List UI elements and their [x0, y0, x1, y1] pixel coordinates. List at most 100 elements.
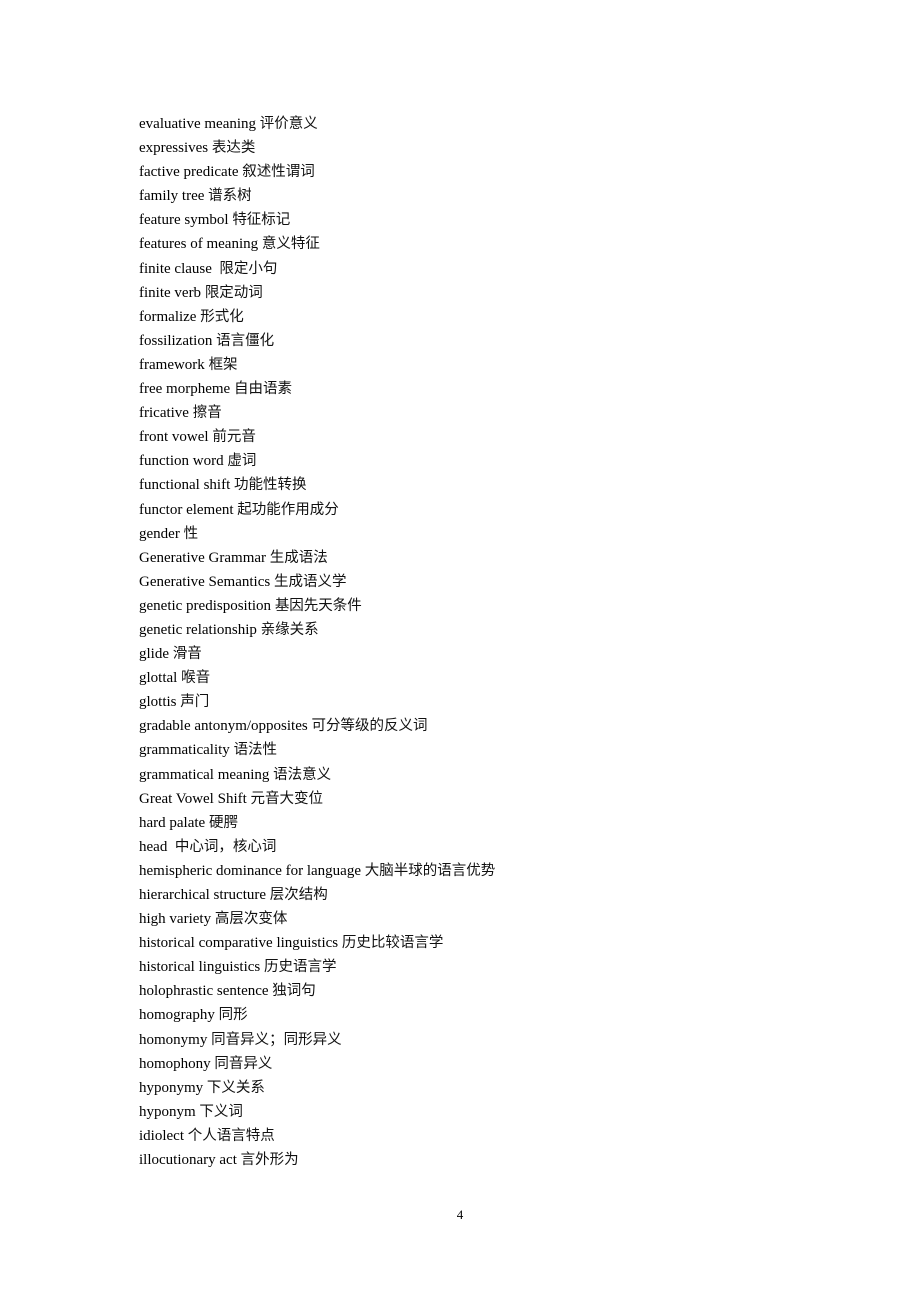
english-term: Generative Semantics: [139, 573, 271, 590]
glossary-entry: factive predicate 叙述性谓词: [139, 160, 495, 184]
english-term: illocutionary act: [139, 1152, 237, 1169]
glossary-entry: formalize 形式化: [139, 305, 495, 329]
english-term: feature symbol: [139, 212, 229, 229]
english-term: grammaticality: [139, 742, 230, 759]
chinese-translation: 自由语素: [233, 381, 292, 398]
chinese-translation: 高层次变体: [214, 911, 288, 928]
chinese-translation: 亲缘关系: [260, 621, 319, 638]
glossary-entry: grammatical meaning 语法意义: [139, 763, 495, 787]
chinese-translation: 声门: [180, 694, 210, 711]
glossary-entry: function word 虚词: [139, 449, 495, 473]
chinese-translation: 下义关系: [206, 1079, 265, 1096]
english-term: historical comparative linguistics: [139, 935, 339, 952]
chinese-translation: 滑音: [172, 646, 202, 663]
english-term: head: [139, 838, 168, 855]
glossary-entry: functor element 起功能作用成分: [139, 498, 495, 522]
chinese-translation: 元音大变位: [250, 790, 324, 807]
glossary-entry: homonymy 同音异义；同形异义: [139, 1028, 495, 1052]
chinese-translation: 限定动词: [204, 284, 263, 301]
glossary-entry: feature symbol 特征标记: [139, 208, 495, 232]
english-term: grammatical meaning: [139, 766, 270, 783]
glossary-entry: glottal 喉音: [139, 666, 495, 690]
english-term: glottal: [139, 670, 178, 687]
chinese-translation: 谱系树: [208, 188, 252, 205]
chinese-translation: 大脑半球的语言优势: [364, 862, 496, 879]
glossary-entry: fossilization 语言僵化: [139, 329, 495, 353]
chinese-translation: 表达类: [211, 140, 256, 157]
english-term: expressives: [139, 140, 209, 157]
english-term: function word: [139, 453, 224, 470]
chinese-translation: 同音异义；同形异义: [211, 1031, 342, 1048]
chinese-translation: 前元音: [212, 429, 256, 446]
glossary-entry: genetic relationship 亲缘关系: [139, 618, 495, 642]
english-term: genetic relationship: [139, 621, 257, 638]
glossary-entry: Great Vowel Shift 元音大变位: [139, 787, 495, 811]
english-term: hierarchical structure: [139, 887, 267, 903]
glossary-entry: functional shift 功能性转换: [139, 473, 495, 497]
english-term: formalize: [139, 308, 197, 325]
glossary-entry: holophrastic sentence 独词句: [139, 979, 495, 1003]
chinese-translation: 历史语言学: [264, 959, 337, 976]
glossary-entry: free morpheme 自由语素: [139, 377, 495, 401]
glossary-entry: features of meaning 意义特征: [139, 232, 495, 256]
glossary-entry: grammaticality 语法性: [139, 738, 495, 762]
chinese-translation: 下义词: [199, 1103, 243, 1120]
chinese-translation: 个人语言特点: [187, 1127, 275, 1144]
glossary-entry: finite verb 限定动词: [139, 281, 495, 305]
english-term: factive predicate: [139, 164, 239, 181]
glossary-entry: framework 框架: [139, 353, 495, 377]
glossary-entry: expressives 表达类: [139, 136, 495, 160]
glossary-entry: homophony 同音异义: [139, 1052, 495, 1076]
glossary-entry: homography 同形: [139, 1003, 495, 1027]
glossary-list: evaluative meaning 评价意义 expressives 表达类 fa…: [139, 112, 495, 1172]
glossary-entry: glottis 声门: [139, 690, 495, 714]
glossary-entry: illocutionary act 言外形为: [139, 1148, 495, 1172]
english-term: evaluative meaning: [139, 116, 257, 132]
chinese-translation: 限定小句: [219, 260, 278, 277]
chinese-translation: 同音异义: [214, 1055, 273, 1072]
glossary-entry: historical linguistics 历史语言学: [139, 955, 495, 979]
chinese-translation: 基因先天条件: [274, 597, 362, 614]
glossary-entry: genetic predisposition 基因先天条件: [139, 594, 495, 618]
chinese-translation: 框架: [208, 356, 238, 373]
english-term: homography: [139, 1007, 215, 1024]
chinese-translation: 虚词: [227, 453, 257, 470]
term-separator: [167, 839, 175, 855]
glossary-entry: historical comparative linguistics 历史比较语…: [139, 931, 495, 955]
english-term: finite verb: [139, 284, 202, 301]
glossary-entry: family tree 谱系树: [139, 184, 495, 208]
english-term: idiolect: [139, 1127, 184, 1144]
english-term: Great Vowel Shift: [139, 790, 247, 807]
glossary-entry: hyponym 下义词: [139, 1100, 495, 1124]
chinese-translation: 叙述性谓词: [242, 164, 315, 181]
english-term: homophony: [139, 1055, 211, 1072]
english-term: finite clause: [139, 260, 212, 277]
chinese-translation: 喉音: [181, 670, 211, 687]
english-term: hemispheric dominance for language: [139, 862, 361, 879]
chinese-translation: 特征标记: [232, 212, 291, 229]
glossary-entry: hyponymy 下义关系: [139, 1076, 495, 1100]
english-term: glottis: [139, 694, 177, 711]
chinese-translation: 评价意义: [259, 116, 318, 132]
english-term: free morpheme: [139, 381, 231, 398]
glossary-entry: high variety 高层次变体: [139, 907, 495, 931]
chinese-translation: 意义特征: [261, 236, 320, 253]
glossary-entry: front vowel 前元音: [139, 425, 495, 449]
english-term: glide: [139, 646, 169, 663]
english-term: family tree: [139, 188, 205, 205]
glossary-entry: evaluative meaning 评价意义: [139, 112, 495, 136]
document-page: evaluative meaning 评价意义 expressives 表达类 fa…: [0, 0, 920, 1302]
english-term: hyponym: [139, 1103, 196, 1120]
chinese-translation: 生成语法: [269, 549, 328, 566]
glossary-entry: gender 性: [139, 522, 495, 546]
glossary-entry: idiolect 个人语言特点: [139, 1124, 495, 1148]
chinese-translation: 起功能作用成分: [237, 501, 339, 518]
english-term: fossilization: [139, 332, 213, 349]
chinese-translation: 语言僵化: [216, 332, 275, 349]
chinese-translation: 同形: [218, 1007, 248, 1024]
english-term: genetic predisposition: [139, 597, 272, 614]
chinese-translation: 历史比较语言学: [341, 935, 444, 952]
english-term: fricative: [139, 405, 189, 422]
glossary-entry: hard palate 硬腭: [139, 811, 495, 835]
english-term: functor element: [139, 501, 234, 518]
